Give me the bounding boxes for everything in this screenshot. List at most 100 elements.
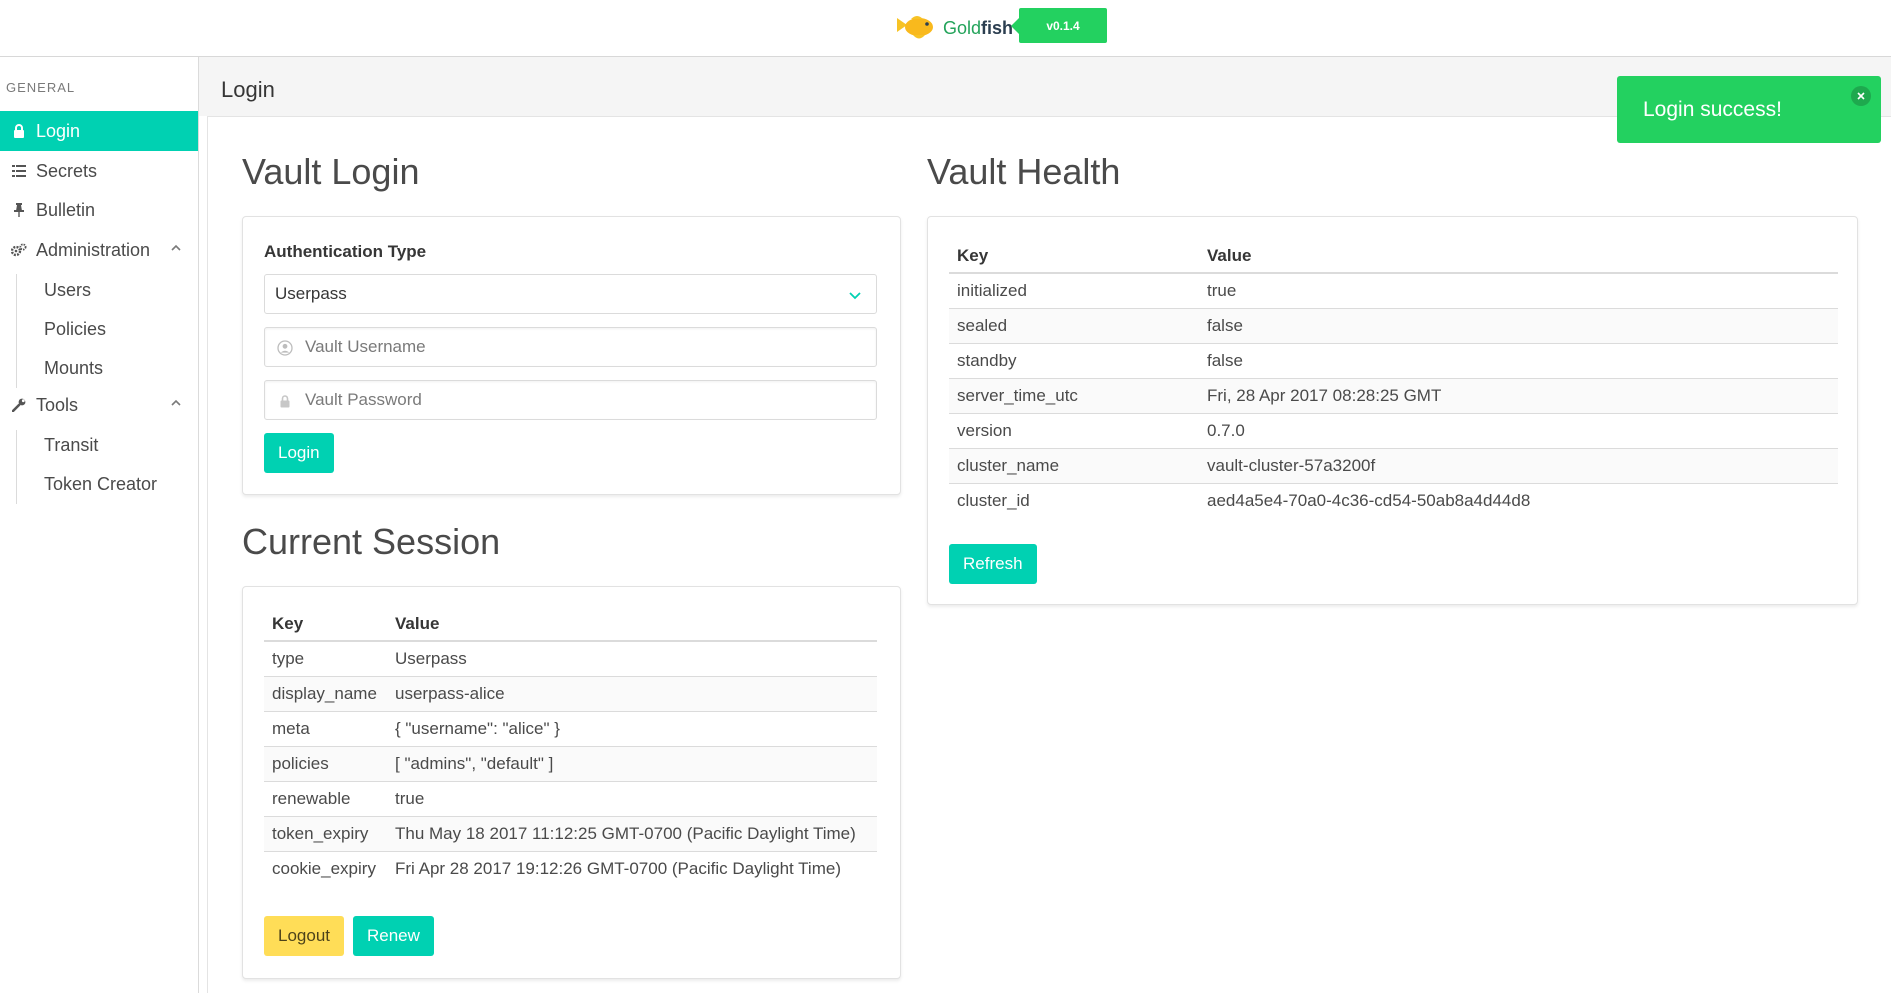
row-key: server_time_utc <box>949 378 1199 414</box>
brand-name-part2: fish <box>981 17 1014 38</box>
table-row: standby false <box>949 343 1838 379</box>
row-key: cluster_name <box>949 448 1199 484</box>
username-input[interactable]: Vault Username <box>264 327 877 367</box>
row-value: { "username": "alice" } <box>387 711 877 747</box>
lock-icon <box>11 123 27 139</box>
row-value: Userpass <box>387 641 877 677</box>
cogs-icon <box>11 242 27 258</box>
sidebar-item-transit[interactable]: Transit <box>44 427 98 463</box>
column-header-value: Value <box>387 607 877 642</box>
table-row: renewable true <box>264 781 877 817</box>
table-row: cluster_id aed4a5e4-70a0-4c36-cd54-50ab8a… <box>949 483 1838 518</box>
vault-login-title: Vault Login <box>242 151 420 192</box>
auth-type-select[interactable]: Userpass <box>264 274 877 314</box>
brand-logo[interactable]: Gold fish <box>893 8 1013 48</box>
notification-message: Login success! <box>1643 97 1782 121</box>
lock-icon <box>280 395 290 408</box>
auth-type-label: Authentication Type <box>264 242 427 261</box>
table-row: cookie_expiry Fri Apr 28 2017 19:12:26 GM… <box>264 851 877 886</box>
row-key: token_expiry <box>264 816 387 852</box>
chevron-up-icon[interactable] <box>170 242 182 254</box>
row-value: Fri Apr 28 2017 19:12:26 GMT-0700 (Pacif… <box>395 858 841 878</box>
row-value: false <box>1199 308 1838 344</box>
table-row: token_expiry Thu May 18 2017 11:12:25 GMT… <box>264 816 877 852</box>
wrench-icon <box>11 397 27 413</box>
row-key: cookie_expiry <box>272 858 376 878</box>
list-icon <box>11 163 27 179</box>
close-icon[interactable] <box>1851 86 1871 106</box>
sidebar-item-users[interactable]: Users <box>44 272 91 308</box>
refresh-button[interactable]: Refresh <box>949 544 1037 584</box>
current-session-box: Key Value type Userpass display_name userpa… <box>242 586 901 979</box>
user-circle-icon <box>277 340 293 356</box>
vault-login-box: Authentication Type Userpass Vault Usern… <box>242 216 901 495</box>
main-content: Vault Login Authentication Type Userpass… <box>207 116 1891 993</box>
sidebar-item-mounts[interactable]: Mounts <box>44 350 103 386</box>
chevron-down-icon <box>849 292 861 300</box>
submenu-divider <box>16 430 17 504</box>
page-title: Login <box>221 77 275 102</box>
sidebar: GENERAL Login Secrets Bulletin Administr… <box>0 57 199 993</box>
sidebar-item-secrets[interactable]: Secrets <box>0 151 198 191</box>
row-key: renewable <box>264 781 387 817</box>
table-row: display_name userpass-alice <box>264 676 877 712</box>
login-button[interactable]: Login <box>264 433 334 473</box>
renew-button[interactable]: Renew <box>353 916 434 956</box>
sidebar-section-label: GENERAL <box>6 80 76 95</box>
table-header-row: Key Value <box>264 607 877 642</box>
sidebar-item-label: Login <box>36 120 81 141</box>
submenu-divider <box>16 274 17 388</box>
sidebar-item-label: Tools <box>36 394 79 415</box>
sidebar-item-label: Administration <box>36 239 151 260</box>
version-tag: v0.1.4 <box>1011 8 1107 43</box>
session-table: Key Value type Userpass display_name userpa… <box>264 607 877 886</box>
table-row: sealed false <box>949 308 1838 344</box>
table-row: meta{ "username": "alice" } <box>264 711 877 747</box>
table-row: initialized true <box>949 273 1838 309</box>
sidebar-item-policies[interactable]: Policies <box>44 311 106 347</box>
column-header-value: Value <box>1199 239 1838 274</box>
row-key: initialized <box>949 273 1199 309</box>
current-session-title: Current Session <box>242 521 501 562</box>
notification-toast: Login success! <box>1617 76 1881 143</box>
row-key: standby <box>949 343 1199 379</box>
row-value: Thu May 18 2017 11:12:25 GMT-0700 (Pacif… <box>387 816 877 852</box>
sidebar-item-label: Secrets <box>36 160 98 181</box>
password-placeholder: Vault Password <box>305 390 422 409</box>
table-row: version 0.7.0 <box>949 413 1838 449</box>
row-value: vault-cluster-57a3200f <box>1199 448 1838 484</box>
sidebar-item-token-creator[interactable]: Token Creator <box>44 466 157 502</box>
logout-button[interactable]: Logout <box>264 916 344 956</box>
vault-health-box: Key Value initialized true sealed false stan… <box>927 216 1858 605</box>
row-key: sealed <box>949 308 1199 344</box>
row-key: policies <box>264 746 387 782</box>
sidebar-item-tools[interactable]: Tools <box>0 385 198 425</box>
table-header-row: Key Value <box>949 239 1838 274</box>
sidebar-item-bulletin[interactable]: Bulletin <box>0 190 198 230</box>
column-header-key: Key <box>949 239 1199 274</box>
row-value: aed4a5e4-70a0-4c36-cd54-50ab8a4d44d8 <box>1207 490 1531 510</box>
row-key: meta <box>264 711 387 747</box>
chevron-up-icon[interactable] <box>170 397 182 409</box>
pin-icon <box>11 202 27 218</box>
goldfish-icon <box>897 16 933 39</box>
row-value: true <box>387 781 877 817</box>
vault-health-title: Vault Health <box>927 151 1121 192</box>
row-value: true <box>1199 273 1838 309</box>
row-key: cluster_id <box>957 490 1030 510</box>
password-input[interactable]: Vault Password <box>264 380 877 420</box>
table-row: type Userpass <box>264 641 877 677</box>
table-row: cluster_name vault-cluster-57a3200f <box>949 448 1838 484</box>
table-row: server_time_utc Fri, 28 Apr 2017 08:28:25… <box>949 378 1838 414</box>
sidebar-item-login[interactable]: Login <box>0 111 198 151</box>
top-navbar: Gold fish v0.1.4 <box>0 0 1891 57</box>
sidebar-item-label: Bulletin <box>36 199 96 220</box>
row-key: display_name <box>264 676 387 712</box>
column-header-key: Key <box>264 607 387 642</box>
username-placeholder: Vault Username <box>305 337 426 356</box>
row-key: version <box>949 413 1199 449</box>
row-value: [ "admins", "default" ] <box>387 746 877 782</box>
sidebar-item-administration[interactable]: Administration <box>0 230 198 270</box>
auth-type-value: Userpass <box>275 284 347 303</box>
table-row: policies[ "admins", "default" ] <box>264 746 877 782</box>
